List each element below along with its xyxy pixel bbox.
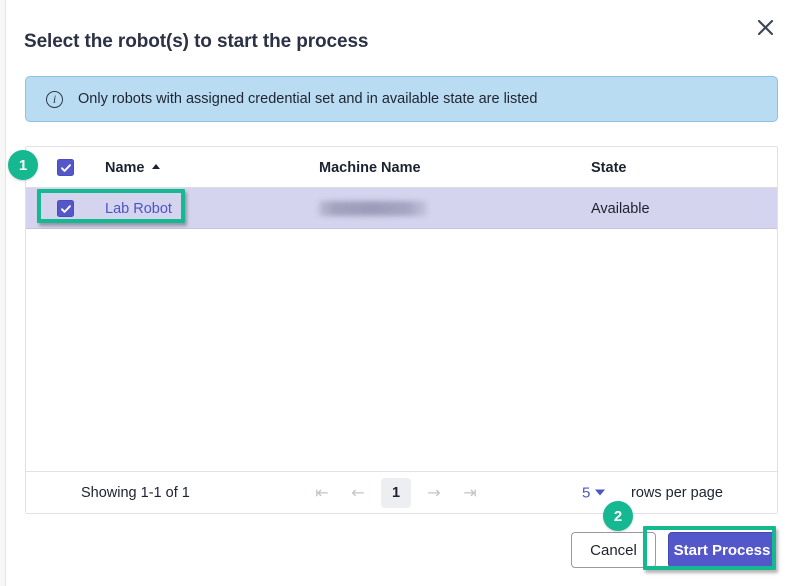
annotation-badge-2: 2 [603,501,633,531]
close-icon[interactable] [748,10,782,44]
screenshot-root: Select the robot(s) to start the process… [0,0,798,586]
cancel-button[interactable]: Cancel [571,532,656,568]
dialog-title: Select the robot(s) to start the process [24,31,369,52]
column-header-name[interactable]: Name [105,147,160,188]
next-page-icon[interactable]: → [416,478,452,508]
previous-page-icon[interactable]: ← [340,478,376,508]
column-header-machine-name[interactable]: Machine Name [319,147,421,188]
caret-up-icon [151,164,160,169]
chevron-down-icon [595,489,606,496]
info-banner-text: Only robots with assigned credential set… [78,91,538,107]
page-number-1[interactable]: 1 [381,477,411,508]
info-circle-icon: i [46,90,63,108]
row-select-checkbox[interactable] [57,200,74,217]
dialog-actions: Cancel Start Process [571,532,776,568]
column-header-state[interactable]: State [591,147,626,188]
pagination: ⇤ ← 1 → ⇥ [304,477,488,508]
cell-robot-name[interactable]: Lab Robot [105,188,172,229]
redacted-machine-name [319,201,427,216]
last-page-icon[interactable]: ⇥ [452,478,488,508]
cell-state: Available [591,200,650,217]
rows-per-page-select[interactable]: 5 [582,484,606,501]
info-banner: i Only robots with assigned credential s… [25,76,778,122]
table-header-row: Name Machine Name State [26,147,777,188]
start-process-button[interactable]: Start Process [668,532,776,568]
select-robot-dialog: Select the robot(s) to start the process… [6,0,798,586]
rows-per-page-label: rows per page [631,484,723,501]
table-empty-area [26,229,777,472]
annotation-badge-1: 1 [8,150,38,180]
table-footer: Showing 1-1 of 1 ⇤ ← 1 → ⇥ 5 rows per pa… [26,471,777,513]
column-header-name-label: Name [105,159,145,176]
select-all-checkbox[interactable] [57,159,74,176]
table-row[interactable]: Lab Robot Available [26,188,777,229]
first-page-icon[interactable]: ⇤ [304,478,340,508]
showing-count: Showing 1-1 of 1 [81,484,190,501]
robots-table: Name Machine Name State Lab Robot Availa… [25,146,778,514]
rows-per-page-value: 5 [582,484,591,501]
cell-machine-name [319,188,427,229]
